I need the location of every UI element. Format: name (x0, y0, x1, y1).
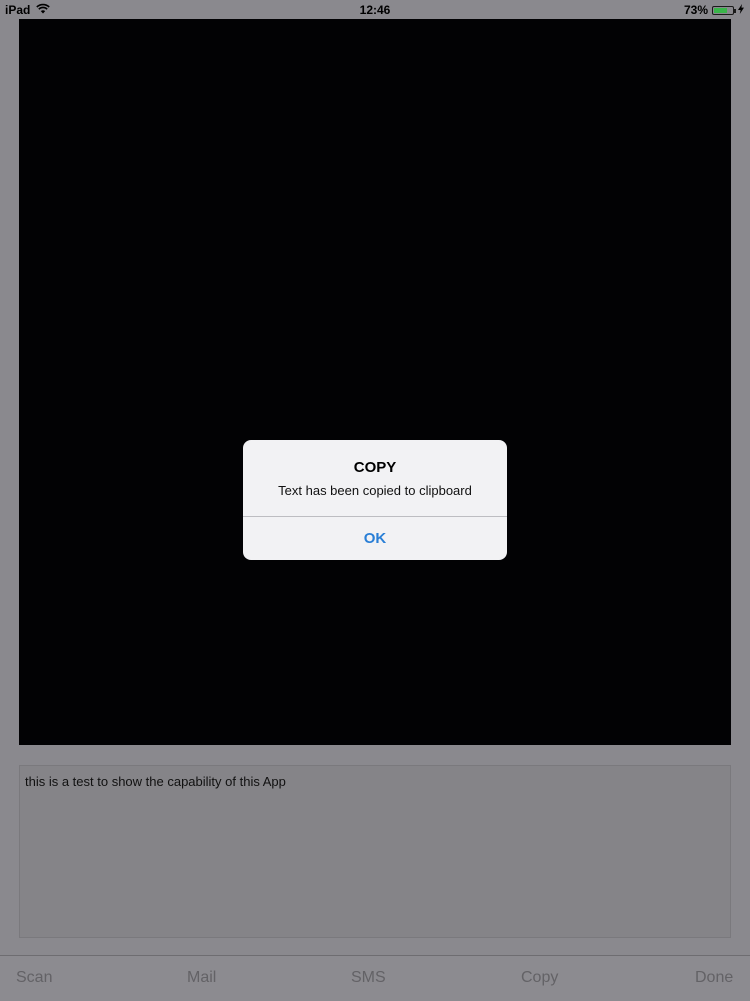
recognized-text: this is a test to show the capability of… (25, 774, 286, 789)
battery-fill (714, 7, 728, 13)
bottom-toolbar: Scan Mail SMS Copy Done (0, 955, 750, 1001)
status-right: 73% (684, 3, 744, 17)
recognized-text-area[interactable]: this is a test to show the capability of… (19, 765, 731, 938)
scan-button[interactable]: Scan (16, 969, 52, 987)
status-bar: iPad 12:46 73% (0, 0, 750, 20)
copy-button[interactable]: Copy (521, 969, 558, 987)
status-time: 12:46 (359, 3, 391, 17)
battery-percent: 73% (683, 3, 708, 17)
done-button[interactable]: Done (695, 969, 733, 987)
bolt-icon (738, 3, 744, 17)
alert-ok-button[interactable]: OK (243, 517, 507, 560)
mail-button[interactable]: Mail (187, 969, 216, 987)
copy-alert-dialog: COPY Text has been copied to clipboard O… (243, 440, 507, 560)
battery-icon (712, 5, 736, 15)
sms-button[interactable]: SMS (351, 969, 386, 987)
camera-preview[interactable] (19, 19, 731, 745)
alert-title: COPY (353, 459, 397, 476)
alert-message: Text has been copied to clipboard (278, 483, 472, 498)
